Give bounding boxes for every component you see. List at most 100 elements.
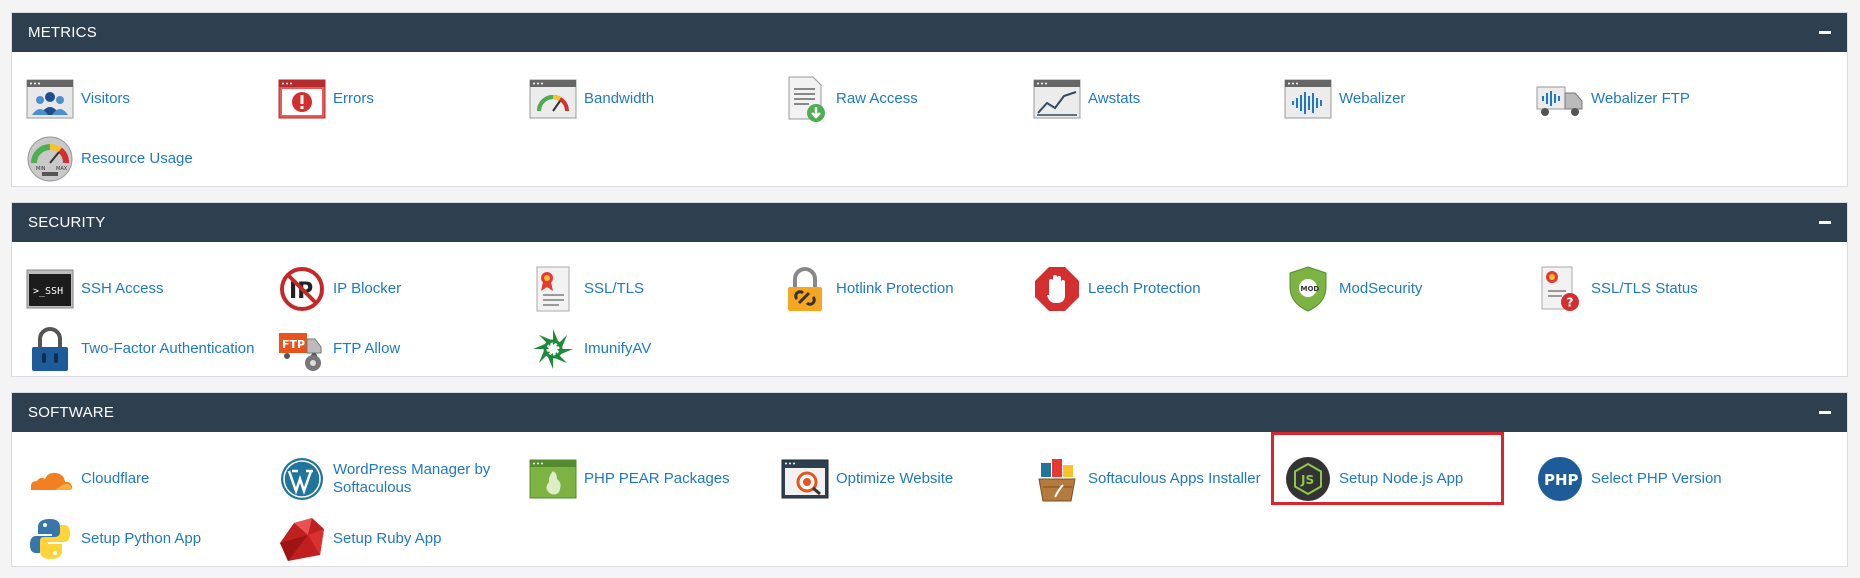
awstats-icon <box>1032 76 1082 122</box>
tool-visitors[interactable]: Visitors <box>25 73 130 125</box>
security-panel-header[interactable]: SECURITY <box>12 203 1847 242</box>
nodejs-icon: JS <box>1283 456 1333 502</box>
tool-label: Select PHP Version <box>1591 470 1722 487</box>
panel-title: METRICS <box>28 24 97 41</box>
tool-label: FTP Allow <box>333 340 401 357</box>
tool-label: Optimize Website <box>836 470 954 487</box>
errors-icon <box>277 76 327 122</box>
tool-label: ModSecurity <box>1339 280 1423 297</box>
raw-access-icon <box>780 76 830 122</box>
padlock-link-icon <box>780 266 830 312</box>
panel-title: SOFTWARE <box>28 404 115 421</box>
tool-label: SSL/TLS <box>584 280 645 297</box>
svg-text:IP: IP <box>289 279 313 304</box>
tool-label: ImunifyAV <box>584 340 652 357</box>
tool-resource-usage[interactable]: MIN MAX Resource Usage <box>25 133 193 185</box>
tool-label: Bandwidth <box>584 90 655 107</box>
shield-icon: MOD <box>1283 266 1333 312</box>
tool-php-pear-packages[interactable]: PHP PEAR Packages <box>528 453 730 505</box>
svg-text:>_SSH: >_SSH <box>33 286 63 297</box>
svg-text:MOD: MOD <box>1301 285 1320 293</box>
tool-wordpress-manager[interactable]: WordPress Manager by Softaculous <box>277 453 533 505</box>
tool-label: Softaculous Apps Installer <box>1088 470 1261 487</box>
ssl-status-icon: ? <box>1535 266 1585 312</box>
webalizer-icon <box>1283 76 1333 122</box>
tool-raw-access[interactable]: Raw Access <box>780 73 918 125</box>
tool-optimize-website[interactable]: Optimize Website <box>780 453 953 505</box>
collapse-icon[interactable] <box>1819 31 1831 34</box>
metrics-panel-header[interactable]: METRICS <box>12 13 1847 52</box>
visitors-icon <box>25 76 75 122</box>
tool-label: Webalizer <box>1339 90 1406 107</box>
ip-blocker-icon: IP <box>277 266 327 312</box>
tool-bandwidth[interactable]: Bandwidth <box>528 73 654 125</box>
ssl-certificate-icon <box>528 266 578 312</box>
tool-label: Resource Usage <box>81 150 193 167</box>
cloud-icon <box>25 456 75 502</box>
security-panel: SECURITY >_SSH SSH Access IP IP Blocker <box>11 202 1848 377</box>
tool-label: WordPress Manager by Softaculous <box>333 461 491 496</box>
tool-ftp-allow[interactable]: FTP FTP Allow <box>277 323 400 375</box>
webalizer-ftp-icon <box>1535 76 1585 122</box>
tool-label: Errors <box>333 90 374 107</box>
tool-label: Two-Factor Authentication <box>81 340 255 357</box>
panel-title: SECURITY <box>28 214 106 231</box>
stop-hand-icon <box>1032 266 1082 312</box>
tool-ssh-access[interactable]: >_SSH SSH Access <box>25 263 164 315</box>
tool-errors[interactable]: Errors <box>277 73 374 125</box>
tool-label: SSH Access <box>81 280 164 297</box>
tool-ip-blocker[interactable]: IP IP Blocker <box>277 263 401 315</box>
tool-ssl-tls-status[interactable]: ? SSL/TLS Status <box>1535 263 1698 315</box>
wordpress-icon <box>277 456 327 502</box>
svg-text:?: ? <box>1567 296 1574 310</box>
tool-select-php-version[interactable]: PHP Select PHP Version <box>1535 453 1722 505</box>
svg-text:MIN: MIN <box>36 166 46 172</box>
resource-usage-icon: MIN MAX <box>25 136 75 182</box>
svg-text:FTP: FTP <box>282 338 305 351</box>
tool-leech-protection[interactable]: Leech Protection <box>1032 263 1201 315</box>
tool-label: Leech Protection <box>1088 280 1201 297</box>
tool-label: Visitors <box>81 90 130 107</box>
tool-ssl-tls[interactable]: SSL/TLS <box>528 263 644 315</box>
tool-label: Cloudflare <box>81 470 150 487</box>
svg-text:MAX: MAX <box>56 166 68 172</box>
tool-webalizer-ftp[interactable]: Webalizer FTP <box>1535 73 1690 125</box>
tool-label: SSL/TLS Status <box>1591 280 1698 297</box>
softaculous-icon <box>1032 456 1082 502</box>
software-panel-header[interactable]: SOFTWARE <box>12 393 1847 432</box>
padlock-icon <box>25 326 75 372</box>
tool-label: Hotlink Protection <box>836 280 954 297</box>
ssh-icon: >_SSH <box>25 266 75 312</box>
cpanel-tools-page: METRICS Visitors Errors Bandwidth Raw Ac… <box>0 0 1860 578</box>
tool-two-factor-authentication[interactable]: Two-Factor Authentication <box>25 323 254 375</box>
python-icon <box>25 516 75 562</box>
tool-label: Awstats <box>1088 90 1141 107</box>
bandwidth-icon <box>528 76 578 122</box>
tool-label: Setup Ruby App <box>333 530 442 547</box>
svg-text:PHP: PHP <box>1544 471 1579 489</box>
tool-cloudflare[interactable]: Cloudflare <box>25 453 149 505</box>
tool-setup-ruby-app[interactable]: Setup Ruby App <box>277 513 441 565</box>
optimize-icon <box>780 456 830 502</box>
tool-label: Setup Python App <box>81 530 202 547</box>
ruby-icon <box>277 516 327 562</box>
tool-webalizer[interactable]: Webalizer <box>1283 73 1405 125</box>
tool-label: IP Blocker <box>333 280 402 297</box>
tool-label: Raw Access <box>836 90 918 107</box>
tool-label: Webalizer FTP <box>1591 90 1690 107</box>
metrics-panel: METRICS Visitors Errors Bandwidth Raw Ac… <box>11 12 1848 187</box>
tool-label: Setup Node.js App <box>1339 470 1464 487</box>
tool-label: PHP PEAR Packages <box>584 470 730 487</box>
tool-awstats[interactable]: Awstats <box>1032 73 1140 125</box>
collapse-icon[interactable] <box>1819 411 1831 414</box>
tool-imunifyav[interactable]: ImunifyAV <box>528 323 651 375</box>
tool-hotlink-protection[interactable]: Hotlink Protection <box>780 263 954 315</box>
svg-text:JS: JS <box>1300 473 1314 487</box>
tool-modsecurity[interactable]: MOD ModSecurity <box>1283 263 1422 315</box>
tool-setup-python-app[interactable]: Setup Python App <box>25 513 201 565</box>
imunify-icon <box>528 326 578 372</box>
collapse-icon[interactable] <box>1819 221 1831 224</box>
ftp-truck-icon: FTP <box>277 326 327 372</box>
tool-setup-nodejs-app[interactable]: JS Setup Node.js App <box>1283 453 1463 505</box>
tool-softaculous-apps-installer[interactable]: Softaculous Apps Installer <box>1032 453 1261 505</box>
